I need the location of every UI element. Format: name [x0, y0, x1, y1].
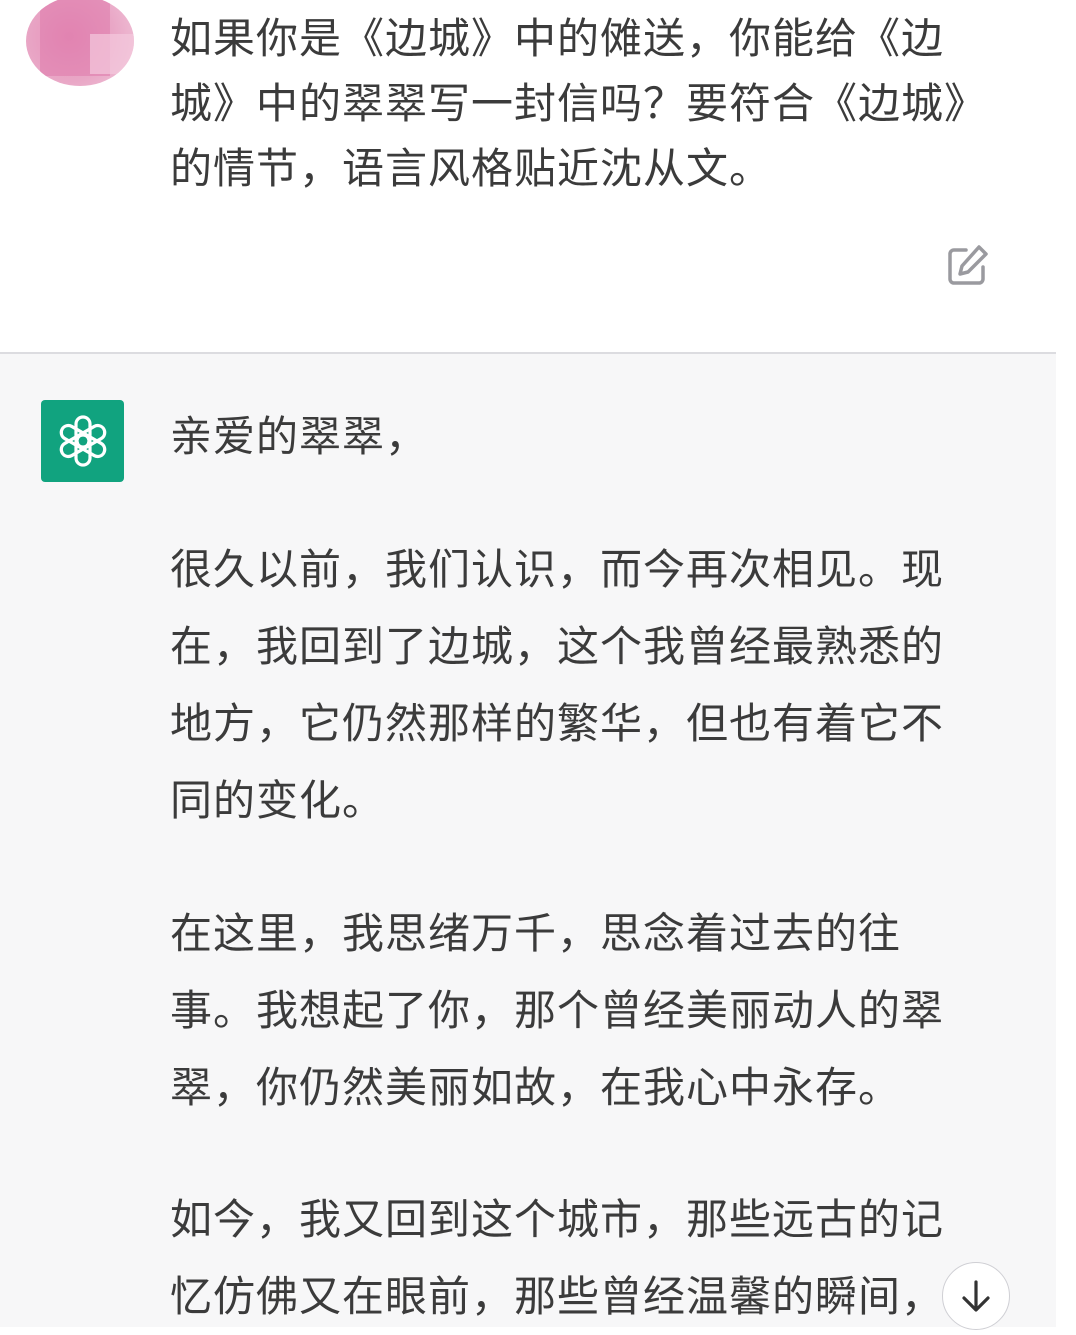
letter-salutation: 亲爱的翠翠，: [170, 412, 429, 461]
user-avatar: [26, 0, 134, 86]
arrow-down-icon: [962, 1280, 990, 1312]
scroll-to-bottom-button[interactable]: [942, 1262, 1010, 1330]
letter-paragraph: 很久以前，我们认识，而今再次相见。现在，我回到了边城，这个我曾经最熟悉的地方，它…: [170, 545, 945, 825]
letter-paragraph: 在这里，我思绪万千，思念着过去的往事。我想起了你，那个曾经美丽动人的翠翠，你仍然…: [170, 909, 945, 1112]
right-gutter: [1056, 0, 1076, 1327]
user-message-row: 如果你是《边城》中的傩送，你能给《边城》中的翠翠写一封信吗？要符合《边城》的情节…: [0, 0, 1056, 353]
user-message-text: 如果你是《边城》中的傩送，你能给《边城》中的翠翠写一封信吗？要符合《边城》的情节…: [170, 14, 967, 193]
openai-logo-icon: [41, 400, 124, 482]
edit-icon[interactable]: [944, 243, 990, 289]
letter-paragraph: 如今，我又回到这个城市，那些远古的记忆仿佛又在眼前，那些曾经温馨的瞬间，: [170, 1195, 945, 1321]
